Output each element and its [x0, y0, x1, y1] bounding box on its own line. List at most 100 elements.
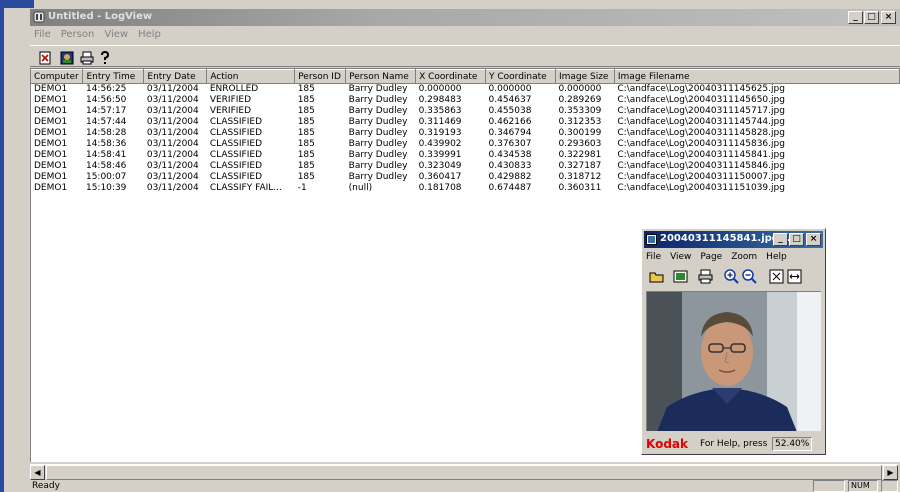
table-cell: 0.000000	[488, 84, 532, 94]
photo-icon[interactable]	[58, 49, 74, 65]
table-cell: 0.430833	[488, 161, 532, 171]
table-cell: C:\andface\Log\20040311145625.jpg	[617, 84, 785, 94]
num-lock-indicator: NUM	[848, 480, 878, 492]
viewer-title-bar[interactable]: 20040311145841.jpg... _ □ ×	[644, 231, 823, 248]
viewer-minimize-button[interactable]: _	[773, 233, 788, 246]
table-cell: 0.429882	[488, 172, 532, 182]
top-strip-accent	[0, 0, 34, 8]
table-cell: 0.376307	[488, 139, 532, 149]
open-folder-icon[interactable]	[648, 268, 665, 285]
column-header[interactable]: Image Filename	[614, 69, 900, 84]
table-row[interactable]: DEMO1 14:58:46 03/11/2004 CLASSIFIED 185 Barr…	[31, 161, 900, 172]
viewer-maximize-button[interactable]: □	[789, 233, 804, 246]
table-row[interactable]: DEMO1 14:56:25 03/11/2004 ENROLLED 185 Barry …	[31, 84, 900, 96]
table-cell: 0.434538	[488, 150, 532, 160]
new-document-icon[interactable]	[36, 49, 52, 65]
viewer-close-button[interactable]: ×	[806, 233, 821, 246]
table-cell: 03/11/2004	[146, 95, 199, 105]
table-cell: CLASSIFIED	[209, 128, 263, 138]
table-row[interactable]: DEMO1 15:00:07 03/11/2004 CLASSIFIED 185 Barr…	[31, 172, 900, 183]
table-cell: C:\andface\Log\20040311145836.jpg	[617, 139, 785, 149]
title-bar[interactable]: Untitled - LogView _ □ ×	[30, 9, 900, 26]
table-row[interactable]: DEMO1 14:58:28 03/11/2004 CLASSIFIED 185 Barr…	[31, 128, 900, 139]
table-body: DEMO1 14:56:25 03/11/2004 ENROLLED 185 Barry …	[31, 84, 900, 195]
viewer-status-bar: Kodak For Help, press 52.40%	[644, 436, 823, 452]
zoom-out-icon[interactable]	[741, 268, 758, 285]
viewer-app-icon	[646, 234, 657, 245]
table-cell: 03/11/2004	[146, 117, 199, 127]
table-cell: 0.327187	[558, 161, 602, 171]
print-icon[interactable]	[78, 49, 94, 65]
table-cell: 0.311469	[418, 117, 462, 127]
fit-width-icon[interactable]	[786, 268, 803, 285]
table-cell: CLASSIFIED	[209, 150, 263, 160]
table-cell: 14:56:25	[85, 84, 127, 94]
table-cell: 0.439902	[418, 139, 462, 149]
table-cell: 14:56:50	[85, 95, 127, 105]
table-row[interactable]: DEMO1 14:58:36 03/11/2004 CLASSIFIED 185 Barr…	[31, 139, 900, 150]
table-row[interactable]: DEMO1 14:57:17 03/11/2004 VERIFIED 185 Barry …	[31, 106, 900, 117]
table-cell: ENROLLED	[209, 84, 259, 94]
viewer-menu-view[interactable]: View	[670, 250, 691, 264]
column-header[interactable]: Action	[206, 69, 296, 84]
menu-person[interactable]: Person	[61, 27, 95, 43]
table-cell: Barry Dudley	[348, 106, 408, 116]
window-controls: _ □ ×	[847, 11, 896, 24]
close-button[interactable]: ×	[881, 11, 896, 24]
column-header[interactable]: X Coordinate	[415, 69, 487, 84]
column-header[interactable]: Person ID	[294, 69, 347, 84]
table-cell: -1	[297, 183, 307, 193]
column-header[interactable]: Person Name	[345, 69, 417, 84]
table-cell: 0.462166	[488, 117, 532, 127]
scroll-right-icon[interactable]: ▶	[883, 465, 898, 480]
column-header[interactable]: Computer	[31, 69, 84, 84]
viewer-menu-help[interactable]: Help	[766, 250, 787, 264]
table-cell: 185	[297, 128, 315, 138]
column-header[interactable]: Entry Time	[82, 69, 145, 84]
status-panel-grip	[881, 480, 898, 492]
table-cell: 15:10:39	[85, 183, 127, 193]
menu-view[interactable]: View	[104, 27, 128, 43]
column-header[interactable]: Y Coordinate	[485, 69, 556, 84]
table-cell: 0.323049	[418, 161, 462, 171]
table-row[interactable]: DEMO1 14:56:50 03/11/2004 VERIFIED 185 Barry …	[31, 95, 900, 106]
table-cell: DEMO1	[34, 84, 68, 94]
table-cell: 14:57:17	[85, 106, 127, 116]
viewer-menu-zoom[interactable]: Zoom	[731, 250, 757, 264]
image-icon[interactable]	[672, 268, 689, 285]
viewer-window-controls: _ □ ×	[772, 233, 821, 246]
minimize-button[interactable]: _	[848, 11, 863, 24]
table-cell: 03/11/2004	[146, 139, 199, 149]
maximize-button[interactable]: □	[864, 11, 879, 24]
table-cell: Barry Dudley	[348, 139, 408, 149]
table-cell: 0.454637	[488, 95, 532, 105]
menu-help[interactable]: Help	[138, 27, 161, 43]
table-cell: Barry Dudley	[348, 95, 408, 105]
menu-file[interactable]: File	[34, 27, 51, 43]
image-viewer-window: 20040311145841.jpg... _ □ × File View Pa…	[641, 228, 826, 455]
log-table: Computer Entry Time Entry Date Action Person…	[31, 69, 900, 194]
table-cell: 0.312353	[558, 117, 602, 127]
viewer-title: 20040311145841.jpg...	[660, 233, 791, 244]
table-cell: CLASSIFIED	[209, 117, 263, 127]
table-cell: C:\andface\Log\20040311151039.jpg	[617, 183, 785, 193]
zoom-in-icon[interactable]	[723, 268, 740, 285]
table-cell: 185	[297, 161, 315, 171]
scroll-thumb[interactable]	[46, 465, 882, 480]
viewer-print-icon[interactable]	[697, 268, 714, 285]
horizontal-scrollbar[interactable]: ◀ ▶	[30, 464, 898, 480]
viewer-menu-file[interactable]: File	[646, 250, 661, 264]
scroll-left-icon[interactable]: ◀	[30, 465, 45, 480]
status-text: Ready	[32, 481, 60, 491]
table-cell: 0.674487	[488, 183, 532, 193]
column-header[interactable]: Entry Date	[143, 69, 208, 84]
table-cell: CLASSIFIED	[209, 161, 263, 171]
table-row[interactable]: DEMO1 15:10:39 03/11/2004 CLASSIFY FAIL... -…	[31, 183, 900, 194]
column-header[interactable]: Image Size	[555, 69, 615, 84]
viewer-menu-page[interactable]: Page	[700, 250, 722, 264]
table-row[interactable]: DEMO1 14:58:41 03/11/2004 CLASSIFIED 185 Barr…	[31, 150, 900, 161]
table-row[interactable]: DEMO1 14:57:44 03/11/2004 CLASSIFIED 185 Barr…	[31, 117, 900, 128]
table-cell: Barry Dudley	[348, 172, 408, 182]
help-icon[interactable]	[96, 49, 112, 65]
fit-page-icon[interactable]	[768, 268, 785, 285]
